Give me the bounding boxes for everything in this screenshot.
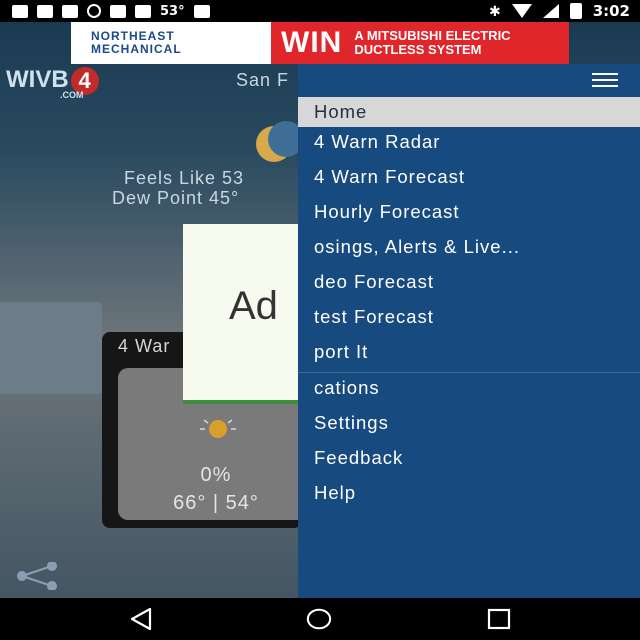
menu-item-help[interactable]: Help xyxy=(298,478,640,513)
ad-subline: A MITSUBISHI ELECTRIC DUCTLESS SYSTEM xyxy=(354,29,510,57)
menu-item-hourly[interactable]: Hourly Forecast xyxy=(298,197,640,232)
dew-point-text: Dew Point 45° xyxy=(112,188,240,208)
menu-item-feedback[interactable]: Feedback xyxy=(298,443,640,478)
city-name: San F xyxy=(236,70,290,90)
menu-item-settings[interactable]: Settings xyxy=(298,408,640,443)
home-icon[interactable] xyxy=(306,606,332,632)
recents-icon[interactable] xyxy=(486,606,512,632)
ad-headline: WIN xyxy=(281,26,343,59)
notification-icon xyxy=(12,4,28,18)
app-screen: WIVB 4 .COM San F Feels Like 53 Dew Point… xyxy=(0,22,640,598)
ad-brand: NORTHEAST MECHANICAL xyxy=(71,22,271,64)
radar-map-thumbnail[interactable] xyxy=(0,302,102,394)
menu-item-locations[interactable]: cations xyxy=(298,373,640,408)
sync-icon xyxy=(87,4,101,18)
system-nav-bar xyxy=(0,598,640,640)
drawer-header xyxy=(298,64,640,96)
wifi-icon xyxy=(511,4,532,18)
logo-text: WIVB xyxy=(6,66,69,93)
drawer-menu: Home 4 Warn Radar 4 Warn Forecast Hourly… xyxy=(298,97,640,513)
menu-item-forecast[interactable]: 4 Warn Forecast xyxy=(298,162,640,197)
menu-item-closings[interactable]: osings, Alerts & Live... xyxy=(298,232,640,267)
menu-item-home[interactable]: Home xyxy=(298,97,640,127)
battery-icon xyxy=(569,3,582,19)
back-icon[interactable] xyxy=(128,606,154,632)
signal-icon xyxy=(542,4,559,18)
sun-icon xyxy=(200,419,236,438)
ad-promo: WIN A MITSUBISHI ELECTRIC DUCTLESS SYSTE… xyxy=(271,22,569,64)
menu-item-radar[interactable]: 4 Warn Radar xyxy=(298,127,640,162)
weather-alert-icon xyxy=(110,4,126,18)
menu-item-video[interactable]: deo Forecast xyxy=(298,267,640,302)
ad-overlay-label: Ad xyxy=(229,284,278,328)
high-low-temps: 66° | 54° xyxy=(173,492,259,514)
lock-icon xyxy=(135,4,151,18)
menu-icon[interactable] xyxy=(592,73,618,87)
menu-item-report[interactable]: port It xyxy=(298,337,640,372)
forecast-card-title: 4 War xyxy=(118,336,171,356)
menu-item-latest[interactable]: test Forecast xyxy=(298,302,640,337)
ad-sub-line2: DUCTLESS SYSTEM xyxy=(354,42,482,57)
status-temperature: 53° xyxy=(160,3,185,19)
ad-overlay-bar xyxy=(183,400,311,404)
navigation-drawer: Home 4 Warn Radar 4 Warn Forecast Hourly… xyxy=(298,64,640,598)
bluetooth-icon: ✱ xyxy=(488,2,501,19)
ad-sub-line1: A MITSUBISHI ELECTRIC xyxy=(354,28,511,43)
feels-like-text: Feels Like 53 xyxy=(124,168,245,188)
share-icon[interactable] xyxy=(14,562,60,590)
ad-banner[interactable]: NORTHEAST MECHANICAL WIN A MITSUBISHI EL… xyxy=(71,22,569,64)
precip-chance: 0% xyxy=(200,464,232,486)
ad-brand-line2: MECHANICAL xyxy=(91,42,182,56)
facebook-icon xyxy=(62,4,78,18)
station-logo[interactable]: WIVB 4 .COM xyxy=(6,66,156,100)
status-bar: 53° ✱ 3:02 xyxy=(0,0,640,22)
android-icon xyxy=(193,4,210,18)
message-icon xyxy=(37,4,53,18)
status-time: 3:02 xyxy=(592,2,630,20)
logo-domain: .COM xyxy=(60,90,84,100)
moon-icon xyxy=(256,121,304,162)
